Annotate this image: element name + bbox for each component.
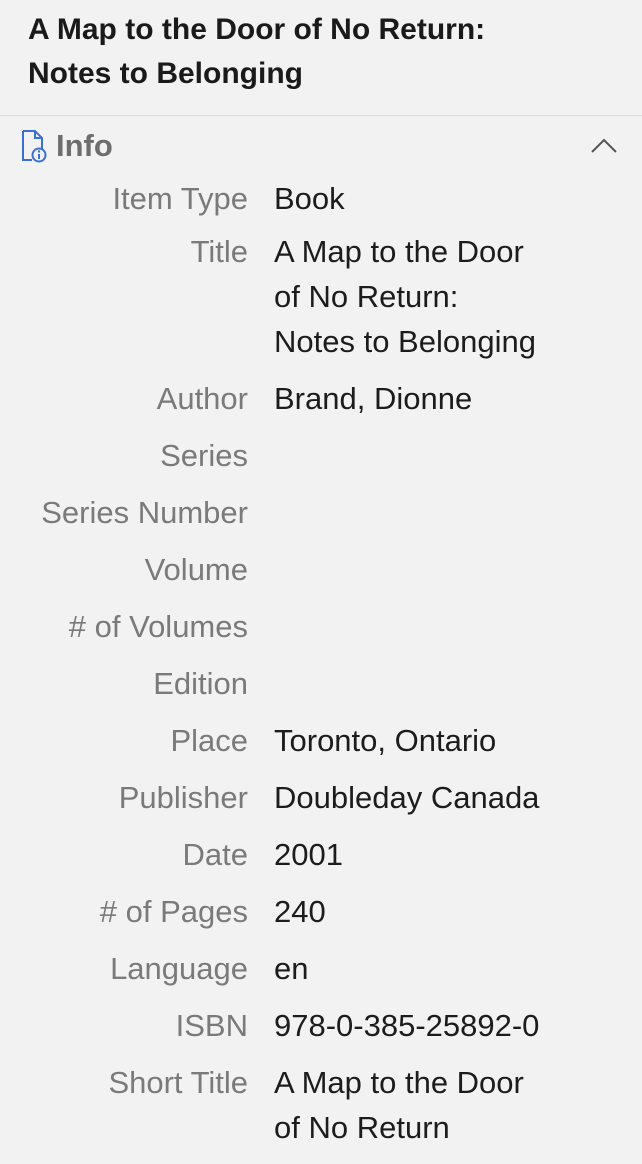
field-row-author: Author Brand, Dionne — [0, 376, 642, 421]
field-value-series-number[interactable] — [248, 490, 608, 535]
field-label-series-number: Series Number — [41, 495, 248, 530]
field-row-date: Date 2001 — [0, 832, 642, 877]
field-row-language: Language en — [0, 946, 642, 991]
field-value-author[interactable]: Brand, Dionne — [248, 376, 608, 421]
short-title-line-2: of No Return — [274, 1110, 450, 1145]
field-value-title[interactable]: A Map to the Door of No Return: Notes to… — [248, 229, 608, 364]
field-value-isbn[interactable]: 978-0-385-25892-0 — [248, 1003, 608, 1048]
item-title: A Map to the Door of No Return: Notes to… — [28, 8, 614, 96]
field-label-date: Date — [182, 837, 248, 872]
title-line-2: of No Return: — [274, 279, 459, 314]
field-row-series: Series — [0, 433, 642, 478]
field-label-place: Place — [170, 723, 248, 758]
field-row-num-pages: # of Pages 240 — [0, 889, 642, 934]
field-row-item-type: Item Type Book — [0, 176, 642, 221]
field-value-volume[interactable] — [248, 547, 608, 592]
field-value-place[interactable]: Toronto, Ontario — [248, 718, 608, 763]
field-label-short-title: Short Title — [108, 1065, 248, 1100]
field-label-language: Language — [110, 951, 248, 986]
field-row-series-number: Series Number — [0, 490, 642, 535]
field-value-num-volumes[interactable] — [248, 604, 608, 649]
chevron-up-icon[interactable] — [588, 130, 620, 162]
field-label-title: Title — [190, 234, 248, 269]
item-pane: A Map to the Door of No Return: Notes to… — [0, 0, 642, 1164]
field-label-edition: Edition — [153, 666, 248, 701]
field-label-volume: Volume — [144, 552, 248, 587]
field-value-short-title[interactable]: A Map to the Door of No Return — [248, 1060, 608, 1150]
field-value-item-type[interactable]: Book — [248, 176, 608, 221]
field-value-edition[interactable] — [248, 661, 608, 706]
short-title-line-1: A Map to the Door — [274, 1065, 524, 1100]
field-row-volume: Volume — [0, 547, 642, 592]
field-row-title: Title A Map to the Door of No Return: No… — [0, 229, 642, 364]
title-line-1: A Map to the Door — [274, 234, 524, 269]
field-label-series: Series — [160, 438, 248, 473]
field-value-series[interactable] — [248, 433, 608, 478]
field-row-num-volumes: # of Volumes — [0, 604, 642, 649]
field-row-edition: Edition — [0, 661, 642, 706]
field-row-short-title: Short Title A Map to the Door of No Retu… — [0, 1060, 642, 1150]
field-label-author: Author — [156, 381, 248, 416]
item-title-line-1: A Map to the Door of No Return: — [28, 13, 486, 46]
field-label-isbn: ISBN — [175, 1008, 248, 1043]
field-value-date[interactable]: 2001 — [248, 832, 608, 877]
field-value-language[interactable]: en — [248, 946, 608, 991]
info-section-header[interactable]: Info — [0, 116, 642, 176]
item-title-line-2: Notes to Belonging — [28, 57, 303, 90]
item-header: A Map to the Door of No Return: Notes to… — [0, 0, 642, 116]
field-label-publisher: Publisher — [118, 780, 248, 815]
field-row-place: Place Toronto, Ontario — [0, 718, 642, 763]
section-title-info: Info — [56, 128, 113, 163]
field-label-item-type: Item Type — [112, 181, 248, 216]
field-row-isbn: ISBN 978-0-385-25892-0 — [0, 1003, 642, 1048]
field-label-num-pages: # of Pages — [99, 894, 248, 929]
title-line-3: Notes to Belonging — [274, 324, 536, 359]
field-value-num-pages[interactable]: 240 — [248, 889, 608, 934]
field-row-publisher: Publisher Doubleday Canada — [0, 775, 642, 820]
document-info-icon — [20, 129, 48, 163]
field-label-num-volumes: # of Volumes — [68, 609, 248, 644]
field-value-publisher[interactable]: Doubleday Canada — [248, 775, 608, 820]
info-fields: Item Type Book Title A Map to the Door o… — [0, 176, 642, 1150]
